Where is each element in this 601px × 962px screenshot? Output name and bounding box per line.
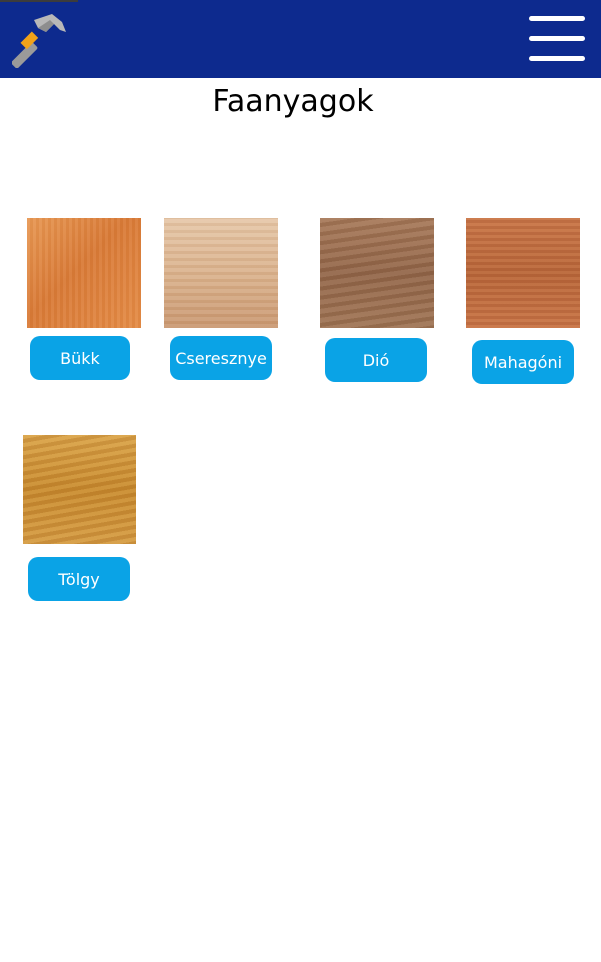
wood-image-mahagoni[interactable] — [466, 218, 580, 328]
wood-image-cseresznye[interactable] — [164, 218, 278, 328]
wood-button-tolgy[interactable]: Tölgy — [28, 557, 130, 601]
hamburger-menu-icon[interactable] — [529, 16, 585, 62]
wood-button-mahagoni[interactable]: Mahagóni — [472, 340, 574, 384]
menu-bar-top — [529, 16, 585, 21]
top-navigation-bar — [0, 0, 601, 78]
page-title: Faanyagok — [212, 84, 374, 119]
wood-button-dio[interactable]: Dió — [325, 338, 427, 382]
wood-image-dio[interactable] — [320, 218, 434, 328]
wood-image-bukk[interactable] — [27, 218, 141, 328]
hammer-icon[interactable] — [11, 10, 70, 69]
top-strip — [0, 0, 78, 2]
menu-bar-bottom — [529, 56, 585, 61]
wood-button-bukk[interactable]: Bükk — [30, 336, 130, 380]
menu-bar-middle — [529, 36, 585, 41]
wood-button-cseresznye[interactable]: Cseresznye — [170, 336, 272, 380]
wood-image-tolgy[interactable] — [23, 435, 136, 544]
